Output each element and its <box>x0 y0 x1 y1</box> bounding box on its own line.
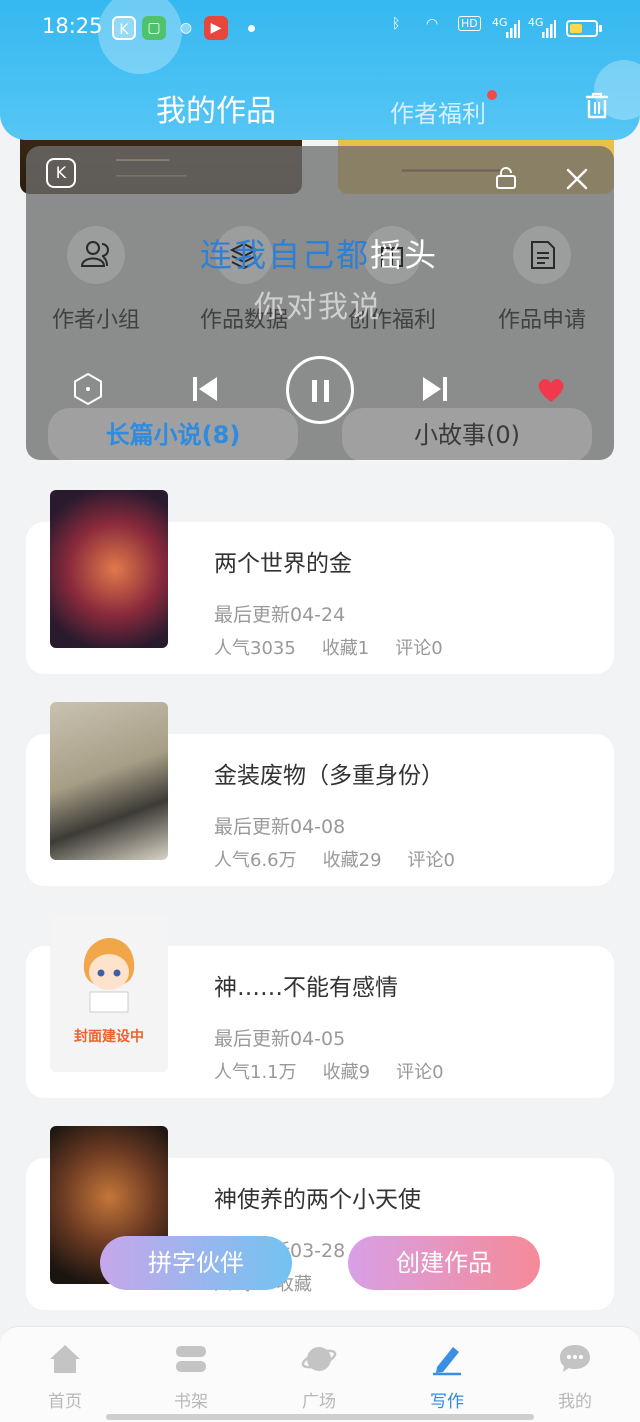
home-icon <box>50 1345 80 1373</box>
lyric-sung-part: 连我自己都 <box>200 236 371 274</box>
work-comments: 评论0 <box>396 1062 444 1083</box>
work-popularity: 人气3035 <box>214 638 296 659</box>
home-indicator[interactable] <box>106 1414 534 1420</box>
tab-write[interactable]: 写作 <box>402 1341 492 1412</box>
chat-bubble-icon <box>560 1345 590 1372</box>
signal-bars-icon <box>542 20 556 38</box>
tab-label: 广场 <box>302 1392 336 1412</box>
tab-label: 首页 <box>48 1392 82 1412</box>
mascot-icon <box>83 938 135 1013</box>
category-label: 作者小组 <box>51 308 140 333</box>
app-notes-icon: ▢ <box>142 16 166 40</box>
tab-label: 我的 <box>558 1392 592 1412</box>
trash-icon[interactable] <box>584 92 610 120</box>
status-time: 18:25 <box>42 14 103 38</box>
hd-badge: HD <box>458 16 481 31</box>
tab-mine[interactable]: 我的 <box>530 1341 620 1412</box>
app-k-icon: K <box>46 158 76 188</box>
tab-long-novels[interactable]: 长篇小说(8) <box>48 408 298 462</box>
tab-short-stories[interactable]: 小故事(0) <box>342 408 592 462</box>
create-work-button[interactable]: 创建作品 <box>348 1236 540 1290</box>
work-stats: 人气1.1万 收藏9 评论0 <box>214 1058 470 1084</box>
planet-icon <box>301 1347 337 1371</box>
work-favorites: 收藏1 <box>321 638 370 659</box>
category-author-group[interactable]: 作者小组 <box>36 226 156 334</box>
work-updated: 最后更新04-05 <box>214 1028 346 1050</box>
work-cover-placeholder[interactable]: 封面建设中 <box>50 914 168 1072</box>
signal-bars-icon <box>506 20 520 38</box>
work-title: 两个世界的金 <box>214 551 352 577</box>
lyric-line-current: 连我自己都摇头 <box>200 230 438 276</box>
notification-dot <box>248 25 255 32</box>
tab-label: 书架 <box>174 1392 208 1412</box>
work-comments: 评论0 <box>395 638 443 659</box>
work-favorites: 收藏9 <box>322 1062 371 1083</box>
work-favorites: 收藏29 <box>322 850 382 871</box>
lyric-line-next: 你对我说 <box>254 290 382 325</box>
pause-button[interactable] <box>286 356 354 424</box>
wifi-icon: ◠ <box>426 16 439 32</box>
floating-music-overlay[interactable]: K 作者小组 作品数据 创作福利 作品申请 连我自己都摇头 你对我说 长篇小说(… <box>26 146 614 462</box>
work-stats: 人气3035 收藏1 评论0 <box>214 634 469 660</box>
next-track-icon[interactable] <box>420 374 450 404</box>
work-popularity: 人气1.1万 <box>214 1062 297 1083</box>
cover-placeholder-text: 封面建设中 <box>74 1029 144 1045</box>
category-work-application[interactable]: 作品申请 <box>482 226 602 334</box>
new-badge-dot <box>487 90 497 100</box>
lyric-unsung-part: 摇头 <box>370 236 439 274</box>
page-title: 我的作品 <box>156 94 276 129</box>
writing-partner-button[interactable]: 拼字伙伴 <box>100 1236 292 1290</box>
tab-home[interactable]: 首页 <box>20 1341 110 1412</box>
work-updated: 最后更新04-24 <box>214 604 346 626</box>
work-cover-image[interactable] <box>50 490 168 648</box>
status-bar: 18:25 K ▢ ◍ ▶ ᛒ ◠ HD 4G 4G <box>0 0 640 56</box>
tab-label: 写作 <box>430 1392 464 1412</box>
tab-author-benefits[interactable]: 作者福利 <box>390 94 486 129</box>
group-icon <box>67 226 125 284</box>
document-icon <box>513 226 571 284</box>
battery-icon <box>566 20 602 37</box>
close-icon[interactable] <box>566 168 588 190</box>
work-title: 神使养的两个小天使 <box>214 1187 421 1213</box>
heart-icon[interactable] <box>536 376 566 404</box>
work-popularity: 人气6.6万 <box>214 850 297 871</box>
top-header: 18:25 K ▢ ◍ ▶ ᛒ ◠ HD 4G 4G 我的作品 作者福利 <box>0 0 640 140</box>
work-cover-image[interactable] <box>50 702 168 860</box>
video-app-icon: ▶ <box>204 16 228 40</box>
bluetooth-icon: ᛒ <box>392 16 401 32</box>
work-stats: 人气6.6万 收藏29 评论0 <box>214 846 481 872</box>
hexagon-settings-icon[interactable] <box>72 372 104 406</box>
pause-icon <box>312 380 329 402</box>
work-comments: 评论0 <box>407 850 455 871</box>
previous-track-icon[interactable] <box>190 374 220 404</box>
work-title: 金装废物（多重身份） <box>214 763 444 789</box>
tab-bookshelf[interactable]: 书架 <box>146 1341 236 1412</box>
wechat-icon: ◍ <box>179 20 193 36</box>
work-updated: 最后更新04-08 <box>214 816 346 838</box>
lock-icon[interactable] <box>494 166 518 190</box>
bottom-tab-bar: 首页 书架 广场 写作 我的 <box>0 1326 640 1422</box>
tab-plaza[interactable]: 广场 <box>274 1341 364 1412</box>
pen-icon <box>433 1347 461 1376</box>
work-title: 神……不能有感情 <box>214 975 398 1001</box>
bookshelf-icon <box>176 1346 206 1372</box>
app-k-icon: K <box>112 16 136 40</box>
category-label: 作品申请 <box>497 308 586 333</box>
